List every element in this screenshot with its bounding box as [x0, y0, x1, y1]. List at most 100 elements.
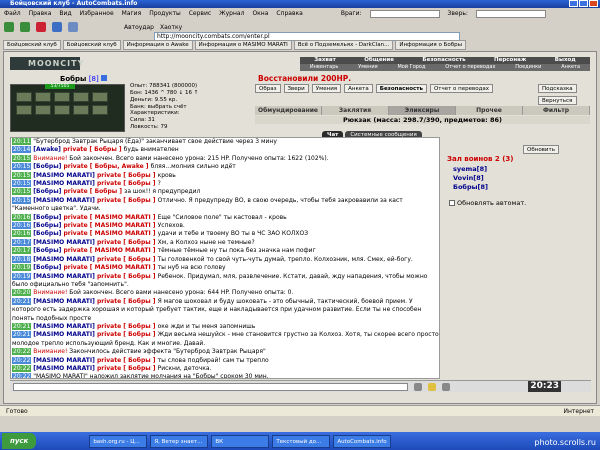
chat-private-tag[interactable]: private [ MASIMO MARATI ] — [63, 222, 157, 229]
tab-equipment[interactable]: Обмундирование — [255, 106, 322, 115]
chat-timestamp[interactable]: 20:15 — [12, 196, 32, 204]
chat-nick[interactable]: [MASIMO MARATI] — [33, 323, 97, 330]
hint-button[interactable]: Подсказка — [538, 84, 577, 93]
equipment-slot[interactable] — [54, 92, 70, 102]
menu-edit[interactable]: Правка — [29, 9, 52, 19]
chat-private-tag[interactable]: private [ MASIMO MARATI ] — [63, 230, 157, 237]
chat-timestamp[interactable]: 20:21 — [12, 322, 32, 330]
autoupdate-option[interactable]: Обновлять автомат. — [449, 199, 526, 207]
chat-nick[interactable]: [MASIMO MARATI] — [33, 298, 97, 305]
nav-exit[interactable]: Выход — [555, 57, 576, 64]
minimize-button[interactable] — [569, 0, 578, 7]
chat-private-tag[interactable]: private [ Бобры ] — [97, 256, 158, 263]
chat-timestamp[interactable]: 20:19 — [12, 272, 32, 280]
equipment-slot[interactable] — [16, 92, 32, 102]
transfers-button[interactable]: Отчет о переводах — [429, 84, 494, 93]
chat-nick[interactable]: [Бобры] — [33, 163, 63, 170]
close-button[interactable] — [589, 0, 598, 7]
player-list-item[interactable]: Бобры[8] — [453, 183, 488, 191]
chat-private-tag[interactable]: private [ Бобры ] — [63, 146, 124, 153]
chat-timestamp[interactable]: 20:22 — [12, 373, 32, 378]
profile-button[interactable]: Анкета — [344, 84, 373, 93]
chat-timestamp[interactable]: 20:16 — [12, 213, 32, 221]
chat-timestamp[interactable]: 20:20 — [12, 289, 32, 297]
chat-timestamp[interactable]: 20:19 — [12, 264, 32, 272]
chat-nick[interactable]: [Бобры] — [33, 222, 63, 229]
nav-chat[interactable]: Общение — [364, 57, 394, 64]
chat-timestamp[interactable]: 20:15 — [12, 171, 32, 179]
chat-timestamp[interactable]: 20:16 — [12, 230, 32, 238]
equipment-slot[interactable] — [73, 92, 89, 102]
taskbar-item[interactable]: Текстовый до... — [272, 434, 331, 448]
menu-windows[interactable]: Окна — [252, 9, 268, 19]
chat-nick[interactable]: [MASIMO MARATI] — [33, 357, 97, 364]
chat-timestamp[interactable]: 20:17 — [12, 238, 32, 246]
chat-nick[interactable]: [MASIMO MARATI] — [33, 172, 97, 179]
chat-nick[interactable]: [MASIMO MARATI] — [33, 331, 97, 338]
chat-nick[interactable]: [MASIMO MARATI] — [33, 180, 97, 187]
chat-timestamp[interactable]: 20:15 — [12, 154, 32, 162]
browser-tab[interactable]: Информация о Awake — [122, 40, 193, 50]
menu-service[interactable]: Сервис — [189, 9, 211, 19]
chat-nick[interactable]: [Бобры] — [33, 214, 63, 221]
subnav-skills[interactable]: Умения — [358, 64, 377, 71]
player-name[interactable]: Vovin[8] — [453, 174, 484, 182]
chat-timestamp[interactable]: 20:22 — [12, 356, 32, 364]
tab-elixirs[interactable]: Эликсиры — [389, 106, 456, 115]
browser-tab[interactable]: Информация о Бобры — [395, 40, 466, 50]
equipment-slot[interactable] — [73, 105, 89, 115]
menu-file[interactable]: Файл — [4, 9, 21, 19]
chat-timestamp[interactable]: 20:15 — [12, 163, 32, 171]
chat-private-tag[interactable]: private [ Бобры ] — [97, 357, 158, 364]
chat-private-tag[interactable]: private [ Бобры ] — [97, 180, 158, 187]
subnav-city[interactable]: Мой Город — [397, 64, 425, 71]
chat-timestamp[interactable]: 20:15 — [12, 188, 32, 196]
equipment-slot[interactable] — [16, 105, 32, 115]
chat-timestamp[interactable]: 20:11 — [12, 138, 32, 145]
chat-private-tag[interactable]: private [ Бобры ] — [63, 188, 124, 195]
browser-tab[interactable]: Бойцовский клуб — [62, 40, 121, 50]
chat-timestamp[interactable]: 20:16 — [12, 222, 32, 230]
info-icon[interactable] — [101, 75, 108, 81]
nav-character[interactable]: Персонаж — [494, 57, 526, 64]
nav-security[interactable]: Безопасность — [422, 57, 465, 64]
chat-nick[interactable]: [Бобры] — [33, 230, 63, 237]
chat-private-tag[interactable]: private [ Бобры ] — [97, 365, 158, 372]
chat-private-tag[interactable]: private [ Бобры ] — [97, 239, 158, 246]
player-list-item[interactable]: Vovin[8] — [453, 174, 484, 182]
characteristics-label[interactable]: Характеристики: — [130, 110, 180, 117]
chat-private-tag[interactable]: private [ Бобры ] — [97, 273, 158, 280]
browser-tab[interactable]: Бойцовский клуб — [3, 40, 61, 50]
chat-nick[interactable]: [MASIMO MARATI] — [33, 256, 97, 263]
chat-private-tag[interactable]: private [ Бобры, Awake ] — [63, 163, 150, 170]
nav-capture[interactable]: Захват — [314, 57, 336, 64]
chat-timestamp[interactable]: 20:18 — [12, 255, 32, 263]
menu-view[interactable]: Вид — [59, 9, 71, 19]
menu-products[interactable]: Продукты — [149, 9, 181, 19]
equipment-slot[interactable] — [54, 105, 70, 115]
subnav-transfers[interactable]: Отчет о переводах — [445, 64, 495, 71]
chat-private-tag[interactable]: private [ MASIMO MARATI ] — [63, 264, 157, 271]
equipment-slot[interactable] — [92, 105, 108, 115]
chat-timestamp[interactable]: 20:17 — [12, 247, 32, 255]
tab-spells[interactable]: Заклятия — [322, 106, 389, 115]
refresh-button[interactable]: Обновить — [523, 145, 559, 154]
chat-timestamp[interactable]: 20:22 — [12, 348, 32, 356]
start-button[interactable]: пуск — [2, 433, 37, 449]
browser-tab[interactable]: Информация о MASIMO MARATI — [194, 40, 292, 50]
equipment-slot[interactable] — [35, 92, 51, 102]
chat-nick[interactable]: [MASIMO MARATI] — [33, 273, 97, 280]
chat-timestamp[interactable]: 20:21 — [12, 297, 32, 305]
menu-help[interactable]: Справка — [276, 9, 302, 19]
taskbar-item[interactable]: bash.org.ru - Ц... — [89, 434, 148, 448]
chat-nick[interactable]: [Бобры] — [33, 264, 63, 271]
send-icon[interactable] — [414, 382, 422, 391]
return-button[interactable]: Вернуться — [538, 96, 577, 105]
player-name[interactable]: Бобры[8] — [453, 183, 488, 191]
skills-button[interactable]: Умения — [311, 84, 342, 93]
chat-nick[interactable]: [Awake] — [33, 146, 63, 153]
chat-log[interactable]: 20:11 "Бутерброд Завтрак Рыцаря (Еда)" за… — [10, 137, 440, 379]
menu-magic[interactable]: Магия — [122, 9, 142, 19]
menu-favorites[interactable]: Избранное — [80, 9, 114, 19]
chat-timestamp[interactable]: 20:22 — [12, 364, 32, 372]
